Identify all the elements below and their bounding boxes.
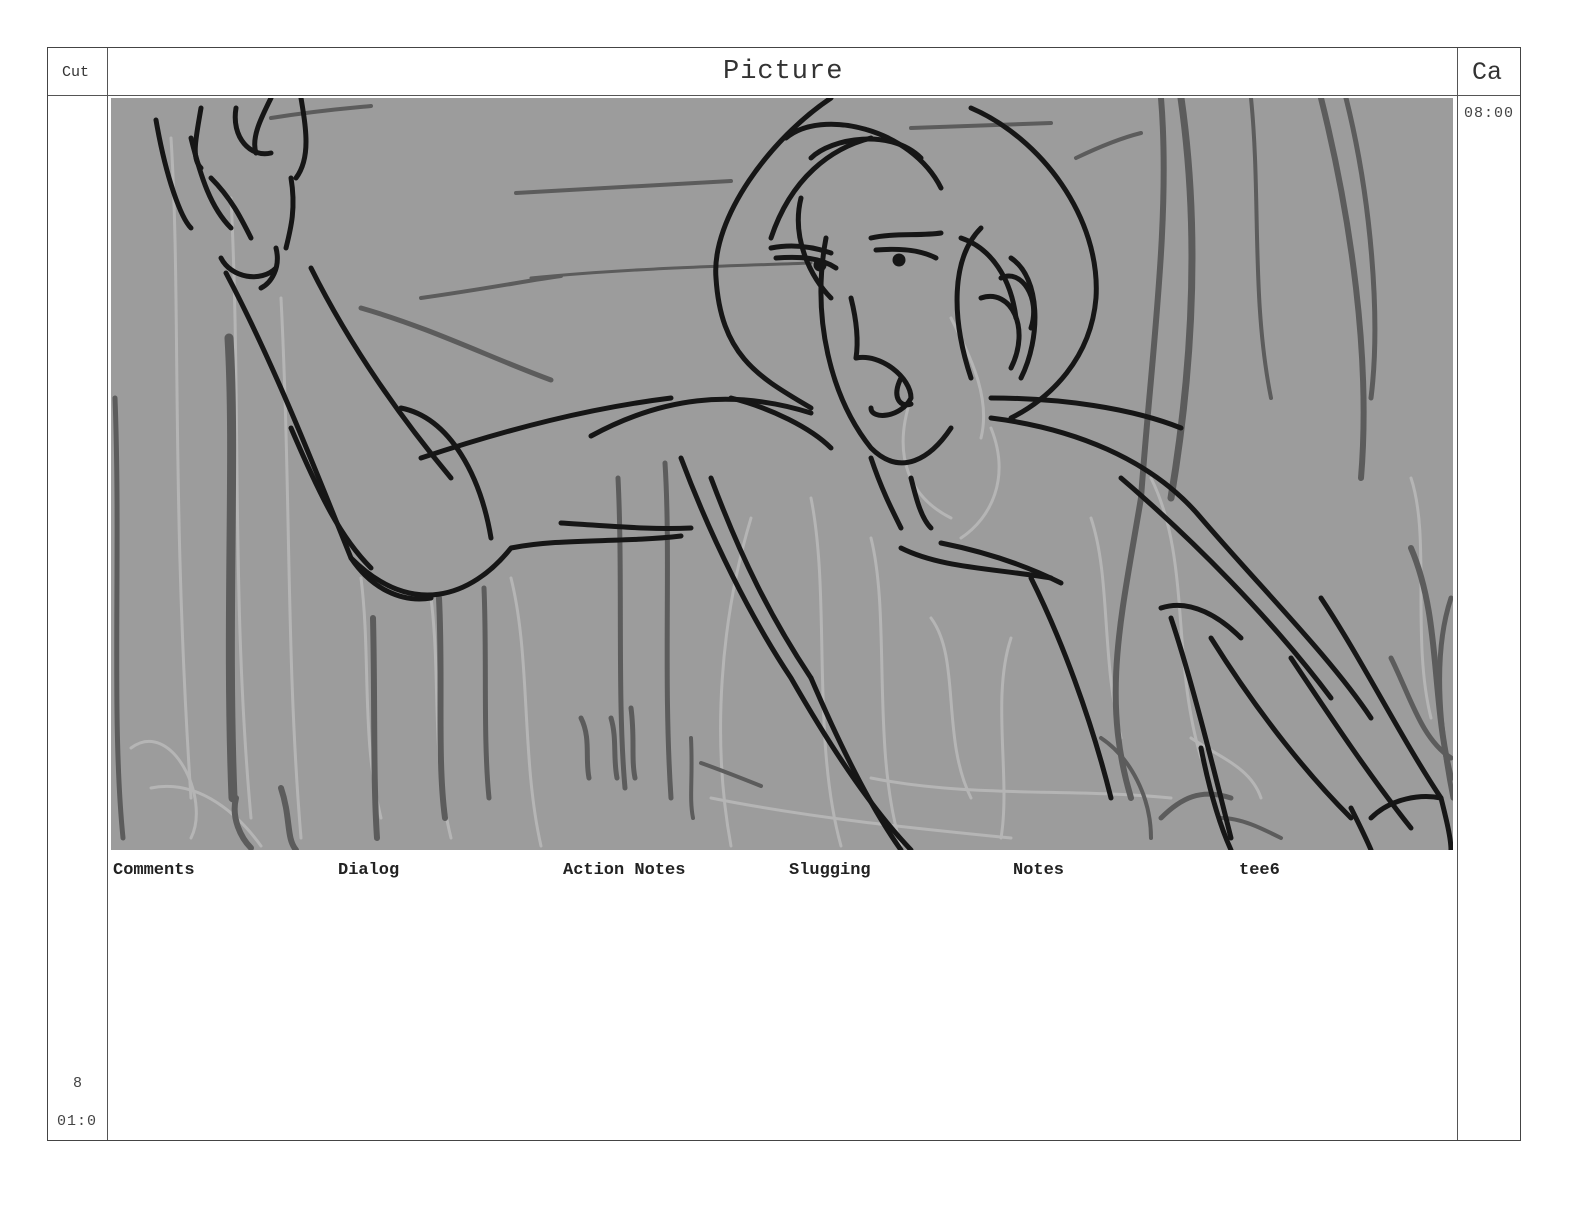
cut-column-divider (107, 48, 108, 1140)
camera-header-label: Ca (1472, 58, 1503, 87)
header-divider (48, 95, 1520, 96)
field-tee6-label: tee6 (1239, 861, 1280, 880)
storyboard-sketch (111, 98, 1453, 850)
picture-header-label: Picture (723, 57, 844, 87)
field-dialog-label: Dialog (338, 861, 400, 880)
cut-header-label: Cut (62, 64, 90, 81)
field-comments-label: Comments (113, 861, 195, 880)
cut-number: 8 (73, 1075, 84, 1092)
field-action-notes-label: Action Notes (563, 861, 686, 880)
field-slugging-label: Slugging (789, 861, 871, 880)
storyboard-panel-image (111, 98, 1453, 850)
cut-time: 01:0 (57, 1113, 98, 1130)
camera-column-divider (1457, 48, 1458, 1140)
panel-duration: 08:00 (1464, 105, 1515, 122)
field-notes-label: Notes (1013, 861, 1065, 880)
